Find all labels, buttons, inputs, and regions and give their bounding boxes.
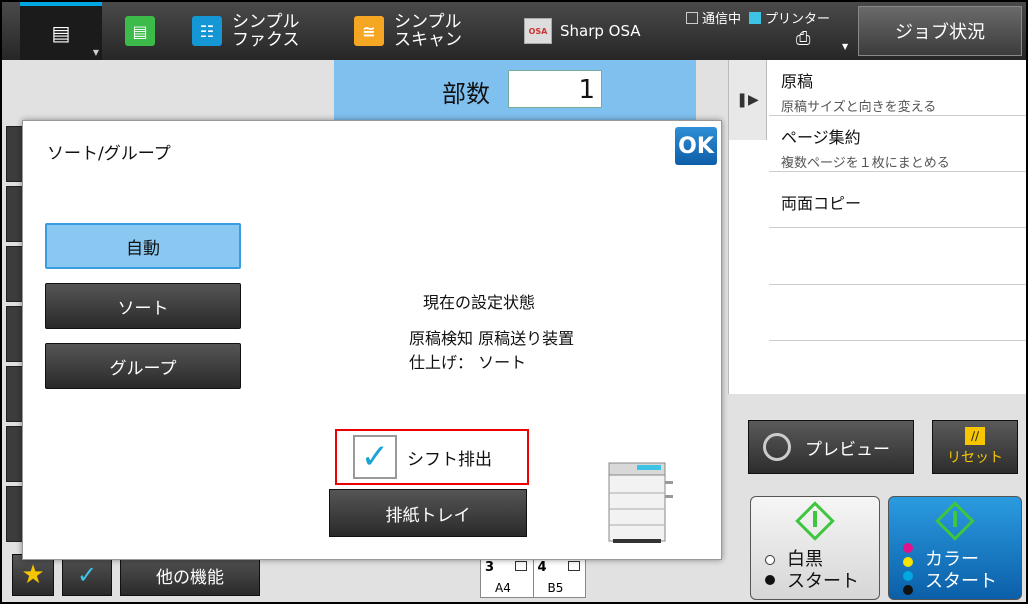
ok-button[interactable]: OK: [675, 127, 717, 165]
option-sort-button[interactable]: ソート: [45, 283, 241, 329]
tray-size: A4: [495, 581, 511, 595]
cyan-dot: [903, 571, 913, 581]
function-list: ❚▶ 原稿 原稿サイズと向きを変える ページ集約 複数ページを１枚にまとめる 両…: [728, 60, 1026, 394]
copy-screen: ▤ ▼ ▤ ☷ シンプル ファクス ≅ シンプル スキャン OSA Sharp …: [2, 2, 1026, 602]
start-icon-mark: [953, 511, 957, 527]
tray-size: B5: [547, 581, 564, 595]
reset-button[interactable]: ∕∕ リセット: [932, 420, 1018, 474]
current-state-finishing: 仕上げ： ソート: [409, 353, 527, 372]
other-functions-button[interactable]: 他の機能: [120, 554, 260, 596]
function-subtitle: 複数ページを１枚にまとめる: [781, 156, 950, 171]
option-group-button[interactable]: グループ: [45, 343, 241, 389]
preview-button[interactable]: プレビュー: [748, 420, 914, 474]
scan-icon: ≅: [354, 16, 384, 46]
bw-start-label: 白黒 スタート: [787, 549, 859, 592]
star-icon: ★: [21, 560, 45, 590]
current-state-heading: 現在の設定状態: [423, 293, 536, 312]
sharp-osa-label: Sharp OSA: [560, 22, 641, 40]
tray-icon: [515, 561, 527, 571]
bw-dot-black: [765, 575, 775, 585]
play-icon: ❚▶: [736, 92, 759, 108]
option-auto-button[interactable]: 自動: [45, 223, 241, 269]
printer-status: プリンター: [749, 8, 830, 27]
function-item-original[interactable]: 原稿 原稿サイズと向きを変える: [769, 60, 1026, 116]
panel-toggle-button[interactable]: ❚▶: [729, 60, 767, 140]
tray-item: 4 B5: [534, 559, 586, 597]
tray-number: 3: [485, 560, 495, 575]
dialog-title: ソート/グループ: [47, 144, 171, 164]
copies-panel: 部数 1: [334, 60, 696, 124]
shift-output-checkbox[interactable]: ✓: [353, 435, 397, 479]
bw-start-button[interactable]: 白黒 スタート: [750, 496, 880, 600]
color-start-button[interactable]: カラー スタート: [888, 496, 1022, 600]
tray-number: 4: [537, 560, 547, 575]
checkmark-icon: ✓: [76, 561, 98, 589]
function-title: ページ集約: [781, 128, 861, 147]
black-dot: [903, 585, 913, 595]
copy-mode-icon: ▤: [51, 21, 71, 45]
color-start-label: カラー スタート: [925, 549, 997, 592]
magenta-dot: [903, 543, 913, 553]
copies-label: 部数: [442, 80, 490, 108]
reset-icon: ∕∕: [965, 427, 985, 445]
comm-status-label: 通信中: [702, 12, 742, 27]
function-subtitle: 原稿サイズと向きを変える: [781, 100, 937, 115]
preview-label: プレビュー: [805, 439, 890, 460]
osa-icon: OSA: [524, 18, 552, 44]
printer-status-icon: [749, 12, 762, 24]
fax-icon: ☷: [192, 16, 222, 46]
simple-scan-button[interactable]: ≅ シンプル スキャン: [354, 2, 462, 60]
sharp-osa-button[interactable]: OSA Sharp OSA: [524, 2, 641, 60]
tray-icon: [567, 561, 580, 571]
top-bar: ▤ ▼ ▤ ☷ シンプル ファクス ≅ シンプル スキャン OSA Sharp …: [2, 2, 1026, 60]
printer-machine-icon: [608, 462, 673, 543]
divider: [769, 340, 1026, 341]
function-item-page-combine[interactable]: ページ集約 複数ページを１枚にまとめる: [769, 116, 1026, 172]
status-indicators: 通信中 プリンター: [686, 8, 830, 27]
copy-icon: ▤: [125, 16, 155, 46]
simple-fax-label: シンプル ファクス: [232, 12, 300, 50]
printer-status-label: プリンター: [765, 12, 831, 27]
preview-icon: [763, 433, 791, 461]
function-title: 両面コピー: [781, 194, 862, 213]
function-title: 原稿: [781, 72, 814, 91]
check-button[interactable]: ✓: [62, 554, 112, 596]
checkmark-icon: ✓: [360, 437, 390, 477]
comm-status: 通信中: [686, 8, 741, 27]
output-tray-button[interactable]: 排紙トレイ: [329, 489, 527, 537]
bw-dot-white: [765, 555, 775, 565]
simple-scan-label: シンプル スキャン: [394, 12, 462, 50]
shift-output-option[interactable]: ✓ シフト排出: [335, 429, 529, 485]
yellow-dot: [903, 557, 913, 567]
printer-icon[interactable]: ⎙: [796, 28, 810, 49]
current-state-original: 原稿検知 原稿送り装置: [409, 329, 575, 348]
shift-output-label: シフト排出: [407, 449, 492, 470]
comm-status-icon: [686, 12, 698, 24]
job-status-button[interactable]: ジョブ状況: [858, 6, 1022, 56]
dropdown-triangle-icon: ▼: [92, 48, 99, 57]
function-list-empty: [769, 228, 1026, 394]
start-icon-mark: [813, 511, 817, 527]
printer-dropdown-icon[interactable]: ▼: [842, 42, 848, 51]
paper-tray-status[interactable]: 3 A4 4 B5: [480, 558, 586, 598]
copies-input[interactable]: 1: [508, 70, 602, 108]
tray-item: 3 A4: [481, 559, 534, 597]
copy-shortcut[interactable]: ▤: [120, 2, 160, 60]
sort-group-dialog: ソート/グループ OK 自動 ソート グループ 現在の設定状態 原稿検知 原稿送…: [22, 120, 722, 560]
function-item-duplex[interactable]: 両面コピー: [769, 172, 1026, 228]
divider: [769, 284, 1026, 285]
simple-fax-button[interactable]: ☷ シンプル ファクス: [192, 2, 300, 60]
reset-label: リセット: [947, 450, 1003, 466]
favorites-button[interactable]: ★: [12, 554, 54, 596]
home-button[interactable]: ▤ ▼: [20, 2, 102, 60]
